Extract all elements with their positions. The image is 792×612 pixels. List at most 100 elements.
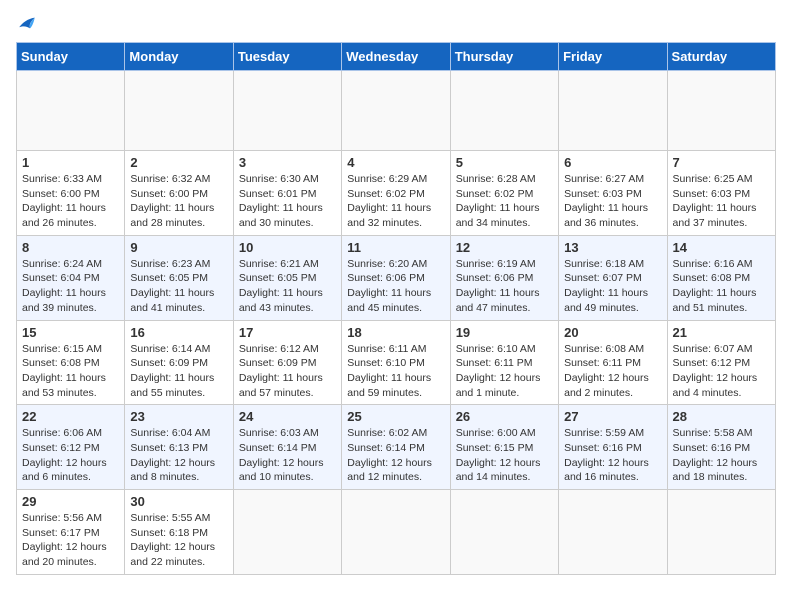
day-number: 3	[239, 155, 336, 170]
day-info: Sunrise: 6:21 AMSunset: 6:05 PMDaylight:…	[239, 258, 323, 314]
calendar-day-cell: 27 Sunrise: 5:59 AMSunset: 6:16 PMDayligh…	[559, 405, 667, 490]
calendar-day-cell	[559, 71, 667, 151]
calendar-day-cell: 19 Sunrise: 6:10 AMSunset: 6:11 PMDayligh…	[450, 320, 558, 405]
calendar-day-cell: 22 Sunrise: 6:06 AMSunset: 6:12 PMDayligh…	[17, 405, 125, 490]
calendar-body: 1Sunrise: 6:33 AMSunset: 6:00 PMDaylight…	[17, 71, 776, 575]
day-info: Sunrise: 6:28 AMSunset: 6:02 PMDaylight:…	[456, 173, 540, 229]
day-info: Sunrise: 5:58 AMSunset: 6:16 PMDaylight:…	[673, 427, 758, 483]
calendar-day-cell	[559, 490, 667, 575]
day-of-week-header: Thursday	[450, 43, 558, 71]
calendar-table: SundayMondayTuesdayWednesdayThursdayFrid…	[16, 42, 776, 575]
day-number: 2	[130, 155, 227, 170]
day-of-week-header: Monday	[125, 43, 233, 71]
logo	[16, 16, 36, 30]
calendar-day-cell: 5Sunrise: 6:28 AMSunset: 6:02 PMDaylight…	[450, 151, 558, 236]
calendar-day-cell: 2 Sunrise: 6:32 AMSunset: 6:00 PMDaylight…	[125, 151, 233, 236]
day-info: Sunrise: 6:15 AMSunset: 6:08 PMDaylight:…	[22, 343, 106, 399]
day-of-week-header: Saturday	[667, 43, 775, 71]
day-number: 30	[130, 494, 227, 509]
day-info: Sunrise: 5:55 AMSunset: 6:18 PMDaylight:…	[130, 512, 215, 568]
calendar-week-row: 29 Sunrise: 5:56 AMSunset: 6:17 PMDayligh…	[17, 490, 776, 575]
day-number: 15	[22, 325, 119, 340]
calendar-day-cell: 1Sunrise: 6:33 AMSunset: 6:00 PMDaylight…	[17, 151, 125, 236]
day-info: Sunrise: 6:24 AMSunset: 6:04 PMDaylight:…	[22, 258, 106, 314]
day-info: Sunrise: 6:06 AMSunset: 6:12 PMDaylight:…	[22, 427, 107, 483]
day-info: Sunrise: 6:07 AMSunset: 6:12 PMDaylight:…	[673, 343, 758, 399]
calendar-day-cell: 8 Sunrise: 6:24 AMSunset: 6:04 PMDaylight…	[17, 235, 125, 320]
day-info: Sunrise: 6:04 AMSunset: 6:13 PMDaylight:…	[130, 427, 215, 483]
calendar-day-cell: 29 Sunrise: 5:56 AMSunset: 6:17 PMDayligh…	[17, 490, 125, 575]
day-number: 4	[347, 155, 444, 170]
calendar-day-cell	[233, 71, 341, 151]
calendar-day-cell: 24 Sunrise: 6:03 AMSunset: 6:14 PMDayligh…	[233, 405, 341, 490]
day-info: Sunrise: 6:20 AMSunset: 6:06 PMDaylight:…	[347, 258, 431, 314]
calendar-day-cell: 21 Sunrise: 6:07 AMSunset: 6:12 PMDayligh…	[667, 320, 775, 405]
calendar-day-cell	[125, 71, 233, 151]
calendar-day-cell	[17, 71, 125, 151]
day-of-week-header: Sunday	[17, 43, 125, 71]
day-number: 22	[22, 409, 119, 424]
day-number: 10	[239, 240, 336, 255]
calendar-week-row: 22 Sunrise: 6:06 AMSunset: 6:12 PMDayligh…	[17, 405, 776, 490]
day-info: Sunrise: 6:08 AMSunset: 6:11 PMDaylight:…	[564, 343, 649, 399]
calendar-day-cell	[342, 71, 450, 151]
day-number: 27	[564, 409, 661, 424]
day-info: Sunrise: 6:03 AMSunset: 6:14 PMDaylight:…	[239, 427, 324, 483]
calendar-day-cell: 12Sunrise: 6:19 AMSunset: 6:06 PMDayligh…	[450, 235, 558, 320]
day-info: Sunrise: 6:10 AMSunset: 6:11 PMDaylight:…	[456, 343, 541, 399]
day-info: Sunrise: 6:23 AMSunset: 6:05 PMDaylight:…	[130, 258, 214, 314]
day-number: 16	[130, 325, 227, 340]
day-number: 19	[456, 325, 553, 340]
calendar-day-cell: 9Sunrise: 6:23 AMSunset: 6:05 PMDaylight…	[125, 235, 233, 320]
calendar-week-row: 15 Sunrise: 6:15 AMSunset: 6:08 PMDayligh…	[17, 320, 776, 405]
day-number: 17	[239, 325, 336, 340]
day-info: Sunrise: 6:18 AMSunset: 6:07 PMDaylight:…	[564, 258, 648, 314]
calendar-day-cell: 28 Sunrise: 5:58 AMSunset: 6:16 PMDayligh…	[667, 405, 775, 490]
calendar-day-cell: 25Sunrise: 6:02 AMSunset: 6:14 PMDayligh…	[342, 405, 450, 490]
day-number: 20	[564, 325, 661, 340]
day-number: 29	[22, 494, 119, 509]
calendar-day-cell: 14 Sunrise: 6:16 AMSunset: 6:08 PMDayligh…	[667, 235, 775, 320]
calendar-header: SundayMondayTuesdayWednesdayThursdayFrid…	[17, 43, 776, 71]
day-info: Sunrise: 6:32 AMSunset: 6:00 PMDaylight:…	[130, 173, 214, 229]
day-number: 8	[22, 240, 119, 255]
day-info: Sunrise: 5:59 AMSunset: 6:16 PMDaylight:…	[564, 427, 649, 483]
calendar-day-cell: 6 Sunrise: 6:27 AMSunset: 6:03 PMDaylight…	[559, 151, 667, 236]
calendar-day-cell: 16Sunrise: 6:14 AMSunset: 6:09 PMDayligh…	[125, 320, 233, 405]
day-number: 28	[673, 409, 770, 424]
calendar-day-cell: 13Sunrise: 6:18 AMSunset: 6:07 PMDayligh…	[559, 235, 667, 320]
calendar-day-cell	[667, 71, 775, 151]
day-info: Sunrise: 6:29 AMSunset: 6:02 PMDaylight:…	[347, 173, 431, 229]
day-number: 7	[673, 155, 770, 170]
calendar-day-cell	[667, 490, 775, 575]
calendar-day-cell: 4 Sunrise: 6:29 AMSunset: 6:02 PMDaylight…	[342, 151, 450, 236]
day-number: 14	[673, 240, 770, 255]
calendar-day-cell: 15 Sunrise: 6:15 AMSunset: 6:08 PMDayligh…	[17, 320, 125, 405]
calendar-day-cell: 26 Sunrise: 6:00 AMSunset: 6:15 PMDayligh…	[450, 405, 558, 490]
day-number: 26	[456, 409, 553, 424]
day-info: Sunrise: 6:30 AMSunset: 6:01 PMDaylight:…	[239, 173, 323, 229]
day-info: Sunrise: 6:27 AMSunset: 6:03 PMDaylight:…	[564, 173, 648, 229]
day-info: Sunrise: 6:12 AMSunset: 6:09 PMDaylight:…	[239, 343, 323, 399]
day-number: 25	[347, 409, 444, 424]
calendar-day-cell: 3 Sunrise: 6:30 AMSunset: 6:01 PMDaylight…	[233, 151, 341, 236]
calendar-week-row: 1Sunrise: 6:33 AMSunset: 6:00 PMDaylight…	[17, 151, 776, 236]
day-info: Sunrise: 6:00 AMSunset: 6:15 PMDaylight:…	[456, 427, 541, 483]
day-info: Sunrise: 6:33 AMSunset: 6:00 PMDaylight:…	[22, 173, 106, 229]
day-number: 6	[564, 155, 661, 170]
day-number: 21	[673, 325, 770, 340]
day-info: Sunrise: 6:11 AMSunset: 6:10 PMDaylight:…	[347, 343, 431, 399]
day-of-week-header: Tuesday	[233, 43, 341, 71]
calendar-day-cell: 7Sunrise: 6:25 AMSunset: 6:03 PMDaylight…	[667, 151, 775, 236]
calendar-week-row: 8 Sunrise: 6:24 AMSunset: 6:04 PMDaylight…	[17, 235, 776, 320]
calendar-day-cell: 10 Sunrise: 6:21 AMSunset: 6:05 PMDayligh…	[233, 235, 341, 320]
day-info: Sunrise: 6:16 AMSunset: 6:08 PMDaylight:…	[673, 258, 757, 314]
day-info: Sunrise: 6:19 AMSunset: 6:06 PMDaylight:…	[456, 258, 540, 314]
logo-bird-icon	[18, 16, 36, 30]
calendar-day-cell	[450, 490, 558, 575]
day-number: 23	[130, 409, 227, 424]
day-number: 24	[239, 409, 336, 424]
day-of-week-header: Friday	[559, 43, 667, 71]
calendar-day-cell: 30 Sunrise: 5:55 AMSunset: 6:18 PMDayligh…	[125, 490, 233, 575]
day-info: Sunrise: 5:56 AMSunset: 6:17 PMDaylight:…	[22, 512, 107, 568]
